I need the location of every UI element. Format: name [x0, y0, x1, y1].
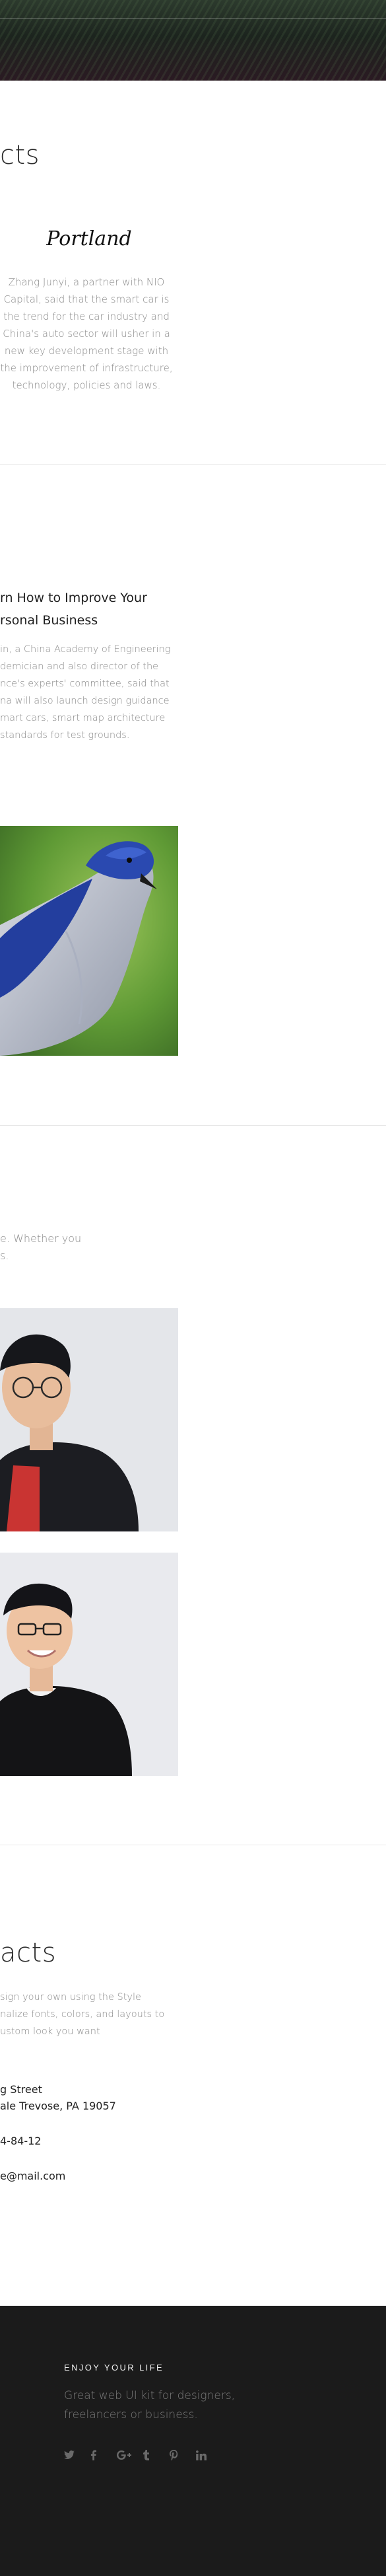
portrait-illustration [0, 1553, 178, 1776]
post-text-line: in, a China Academy of Engineering [0, 644, 171, 655]
section-divider [0, 464, 386, 465]
bird-illustration [0, 826, 178, 1056]
phone-number[interactable]: 4-84-12 [0, 2133, 41, 2149]
post-text-line: na will also launch design guidance [0, 696, 170, 706]
contacts-intro-line: ustom look you want [0, 2026, 100, 2037]
hero-texture [0, 0, 386, 81]
footer: ENJOY YOUR LIFE Great web UI kit for des… [0, 2306, 386, 2576]
products-heading: cts [0, 140, 40, 170]
city-text-line: China's auto sector will usher in a [3, 328, 170, 340]
footer-desc-line: Great web UI kit for designers, [64, 2389, 236, 2402]
email-link[interactable]: e@mail.com [0, 2168, 65, 2184]
pinterest-icon[interactable] [170, 2448, 196, 2462]
city-text-line: Zhang Junyi, a partner with NIO [8, 276, 165, 288]
contacts-intro-line: nalize fonts, colors, and layouts to [0, 2009, 165, 2020]
city-description: Zhang Junyi, a partner with NIO Capital,… [0, 274, 173, 394]
city-title: Portland [46, 227, 132, 250]
team-intro: e. Whether you s. [0, 1230, 132, 1265]
footer-tagline: ENJOY YOUR LIFE [64, 2363, 164, 2373]
team-intro-line: e. Whether you [0, 1232, 82, 1245]
hero-banner [0, 0, 386, 81]
team-member-photo[interactable] [0, 1308, 178, 1531]
contacts-intro: sign your own using the Style nalize fon… [0, 1989, 178, 2040]
post-image[interactable] [0, 826, 178, 1056]
post-title-line: rn How to Improve Your [0, 591, 147, 605]
post-text-line: standards for test grounds. [0, 730, 130, 741]
post-text-line: nce's experts' committee, said that [0, 679, 170, 689]
team-member-photo[interactable] [0, 1553, 178, 1776]
footer-description: Great web UI kit for designers, freelanc… [64, 2386, 262, 2425]
contacts-heading: acts [0, 1938, 57, 1968]
footer-desc-line: freelancers or business. [64, 2408, 198, 2421]
social-links [64, 2448, 222, 2462]
portrait-illustration [0, 1308, 178, 1531]
address: g Street ale Trevose, PA 19057 [0, 2081, 116, 2114]
google-plus-icon[interactable] [117, 2448, 143, 2462]
linkedin-icon[interactable] [196, 2448, 222, 2462]
post-title[interactable]: rn How to Improve Your rsonal Business [0, 587, 178, 632]
city-text-line: the improvement of infrastructure, [0, 362, 173, 374]
team-intro-line: s. [0, 1249, 9, 1262]
post-title-line: rsonal Business [0, 613, 98, 628]
post-text-line: mart cars, smart map architecture [0, 713, 166, 723]
address-line: ale Trevose, PA 19057 [0, 2100, 116, 2112]
city-text-line: the trend for the car industry and [3, 311, 170, 322]
address-line: g Street [0, 2083, 42, 2096]
post-description: in, a China Academy of Engineering demic… [0, 641, 185, 744]
city-text-line: Capital, said that the smart car is [3, 293, 170, 305]
facebook-icon[interactable] [90, 2448, 117, 2462]
contacts-intro-line: sign your own using the Style [0, 1992, 141, 2003]
city-text-line: new key development stage with [4, 345, 169, 357]
city-text-line: technology, policies and laws. [12, 379, 161, 391]
post-text-line: demician and also director of the [0, 661, 159, 672]
section-divider [0, 1125, 386, 1126]
tumblr-icon[interactable] [143, 2448, 170, 2462]
twitter-icon[interactable] [64, 2448, 90, 2462]
